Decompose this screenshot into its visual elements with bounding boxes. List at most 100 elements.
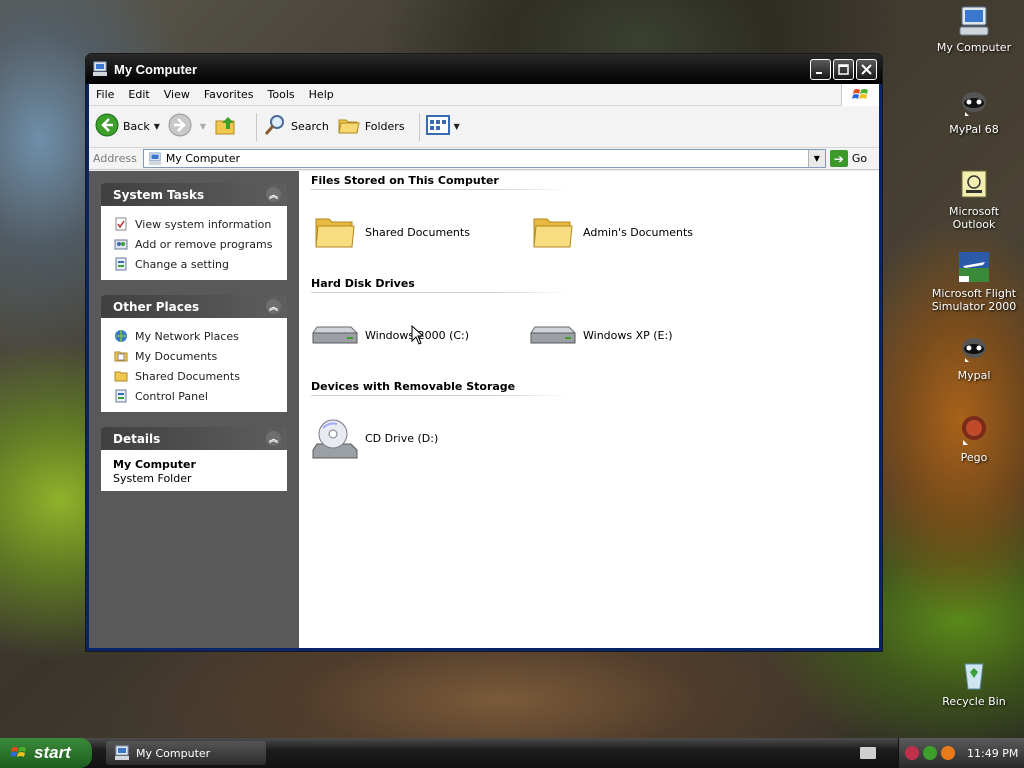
my-computer-icon bbox=[957, 4, 991, 38]
control-panel-icon bbox=[113, 256, 129, 272]
desktop-icon-my-computer[interactable]: My Computer bbox=[929, 4, 1019, 54]
system-tray: 11:49 PM bbox=[898, 738, 1024, 768]
desktop-icon-outlook[interactable]: Microsoft Outlook bbox=[929, 168, 1019, 231]
desktop-icon-mypal-68[interactable]: MyPal 68 bbox=[929, 86, 1019, 136]
desktop-icon-label: Mypal bbox=[957, 369, 991, 382]
details-header[interactable]: Details ︽ bbox=[101, 427, 287, 450]
security-shield-icon[interactable] bbox=[905, 746, 919, 760]
back-button[interactable]: Back ▼ bbox=[95, 113, 160, 140]
system-tasks-header[interactable]: System Tasks ︽ bbox=[101, 183, 287, 206]
start-button[interactable]: start bbox=[0, 738, 92, 768]
collapse-chevron-icon[interactable]: ︽ bbox=[266, 187, 281, 202]
search-icon[interactable] bbox=[941, 746, 955, 760]
desktop-icon-label: Recycle Bin bbox=[942, 695, 1006, 708]
task-label: View system information bbox=[135, 217, 272, 231]
mypal-icon bbox=[957, 86, 991, 120]
desktop-icon-flight-simulator[interactable]: Microsoft Flight Simulator 2000 bbox=[929, 250, 1019, 313]
item-windows-xp-e[interactable]: Windows XP (E:) bbox=[529, 311, 747, 359]
place-my-network-places[interactable]: My Network Places bbox=[113, 326, 279, 346]
add-remove-programs-icon bbox=[113, 236, 129, 252]
collapse-chevron-icon[interactable]: ︽ bbox=[266, 299, 281, 314]
address-label: Address bbox=[93, 152, 137, 165]
task-change-setting[interactable]: Change a setting bbox=[113, 254, 279, 274]
desktop-icon-label: Pego bbox=[960, 451, 988, 464]
menu-view[interactable]: View bbox=[157, 88, 197, 101]
maximize-button[interactable] bbox=[833, 58, 854, 80]
menu-favorites[interactable]: Favorites bbox=[197, 88, 261, 101]
details-panel: Details ︽ My Computer System Folder bbox=[101, 427, 287, 491]
taskbar-item-label: My Computer bbox=[136, 746, 211, 760]
recycle-bin-icon bbox=[957, 658, 991, 692]
up-button[interactable] bbox=[214, 113, 242, 140]
address-input[interactable]: My Computer ▼ bbox=[142, 149, 826, 168]
windows-logo-icon bbox=[841, 84, 879, 106]
toolbar-separator bbox=[256, 112, 258, 141]
my-computer-icon bbox=[92, 61, 108, 77]
menu-bar: File Edit View Favorites Tools Help bbox=[89, 84, 879, 106]
item-cd-drive-d[interactable]: CD Drive (D:) bbox=[311, 414, 529, 462]
item-shared-documents[interactable]: Shared Documents bbox=[311, 208, 529, 256]
item-label: CD Drive (D:) bbox=[365, 431, 439, 445]
desktop-icon-mypal[interactable]: Mypal bbox=[929, 332, 1019, 382]
other-places-panel: Other Places ︽ My Network Places My Docu… bbox=[101, 295, 287, 412]
window-title: My Computer bbox=[114, 61, 198, 77]
chevron-down-icon[interactable]: ▼ bbox=[200, 122, 206, 131]
go-button[interactable]: ➔ Go bbox=[829, 150, 868, 167]
desktop-icon-label: MyPal 68 bbox=[949, 123, 999, 136]
chevron-down-icon[interactable]: ▼ bbox=[154, 122, 160, 131]
folder-icon bbox=[529, 208, 577, 256]
group-header-hard-disk-drives: Hard Disk Drives bbox=[311, 277, 569, 293]
chevron-down-icon[interactable]: ▼ bbox=[454, 122, 460, 131]
file-view: Files Stored on This Computer Shared Doc… bbox=[299, 171, 879, 648]
item-label: Windows XP (E:) bbox=[583, 328, 673, 342]
folders-label: Folders bbox=[364, 120, 405, 133]
panel-title: Other Places bbox=[113, 299, 200, 314]
network-icon[interactable] bbox=[923, 746, 937, 760]
keyboard-icon[interactable] bbox=[860, 747, 876, 759]
go-label: Go bbox=[851, 152, 868, 165]
task-add-remove-programs[interactable]: Add or remove programs bbox=[113, 234, 279, 254]
other-places-header[interactable]: Other Places ︽ bbox=[101, 295, 287, 318]
close-button[interactable] bbox=[856, 58, 877, 80]
address-dropdown-button[interactable]: ▼ bbox=[807, 150, 825, 167]
folders-button[interactable]: Folders bbox=[337, 113, 405, 140]
control-panel-icon bbox=[113, 388, 129, 404]
outlook-icon bbox=[957, 168, 991, 202]
collapse-chevron-icon[interactable]: ︽ bbox=[266, 431, 281, 446]
cd-drive-icon bbox=[311, 414, 359, 462]
title-bar[interactable]: My Computer bbox=[86, 54, 882, 84]
menu-edit[interactable]: Edit bbox=[121, 88, 156, 101]
menu-file[interactable]: File bbox=[89, 88, 121, 101]
clock[interactable]: 11:49 PM bbox=[967, 747, 1018, 760]
system-info-icon bbox=[113, 216, 129, 232]
task-label: Change a setting bbox=[135, 257, 229, 271]
hard-disk-icon bbox=[529, 311, 577, 359]
place-label: Control Panel bbox=[135, 389, 208, 403]
forward-arrow-icon bbox=[168, 113, 192, 140]
place-shared-documents[interactable]: Shared Documents bbox=[113, 366, 279, 386]
forward-button[interactable]: ▼ bbox=[168, 113, 206, 140]
item-admins-documents[interactable]: Admin's Documents bbox=[529, 208, 747, 256]
desktop-icon-label: Microsoft Outlook bbox=[948, 205, 1000, 231]
place-my-documents[interactable]: My Documents bbox=[113, 346, 279, 366]
toolbar: Back ▼ ▼ Search Folders ▼ bbox=[89, 106, 879, 148]
views-button[interactable]: ▼ bbox=[425, 114, 460, 139]
address-bar: Address My Computer ▼ ➔ Go bbox=[89, 148, 879, 170]
details-type: System Folder bbox=[113, 472, 192, 485]
search-button[interactable]: Search bbox=[263, 113, 329, 140]
menu-tools[interactable]: Tools bbox=[261, 88, 302, 101]
mouse-cursor-icon bbox=[411, 324, 425, 348]
desktop-icon-recycle-bin[interactable]: Recycle Bin bbox=[929, 658, 1019, 708]
folders-icon bbox=[337, 113, 361, 140]
windows-logo-icon bbox=[10, 745, 28, 761]
folder-up-icon bbox=[214, 113, 238, 140]
minimize-button[interactable] bbox=[810, 58, 831, 80]
menu-help[interactable]: Help bbox=[302, 88, 341, 101]
my-computer-icon bbox=[148, 151, 162, 166]
mypal-icon bbox=[957, 332, 991, 366]
item-label: Shared Documents bbox=[365, 225, 470, 239]
task-view-system-information[interactable]: View system information bbox=[113, 214, 279, 234]
desktop-icon-pego[interactable]: Pego bbox=[929, 414, 1019, 464]
place-control-panel[interactable]: Control Panel bbox=[113, 386, 279, 406]
taskbar-item-my-computer[interactable]: My Computer bbox=[106, 741, 266, 765]
